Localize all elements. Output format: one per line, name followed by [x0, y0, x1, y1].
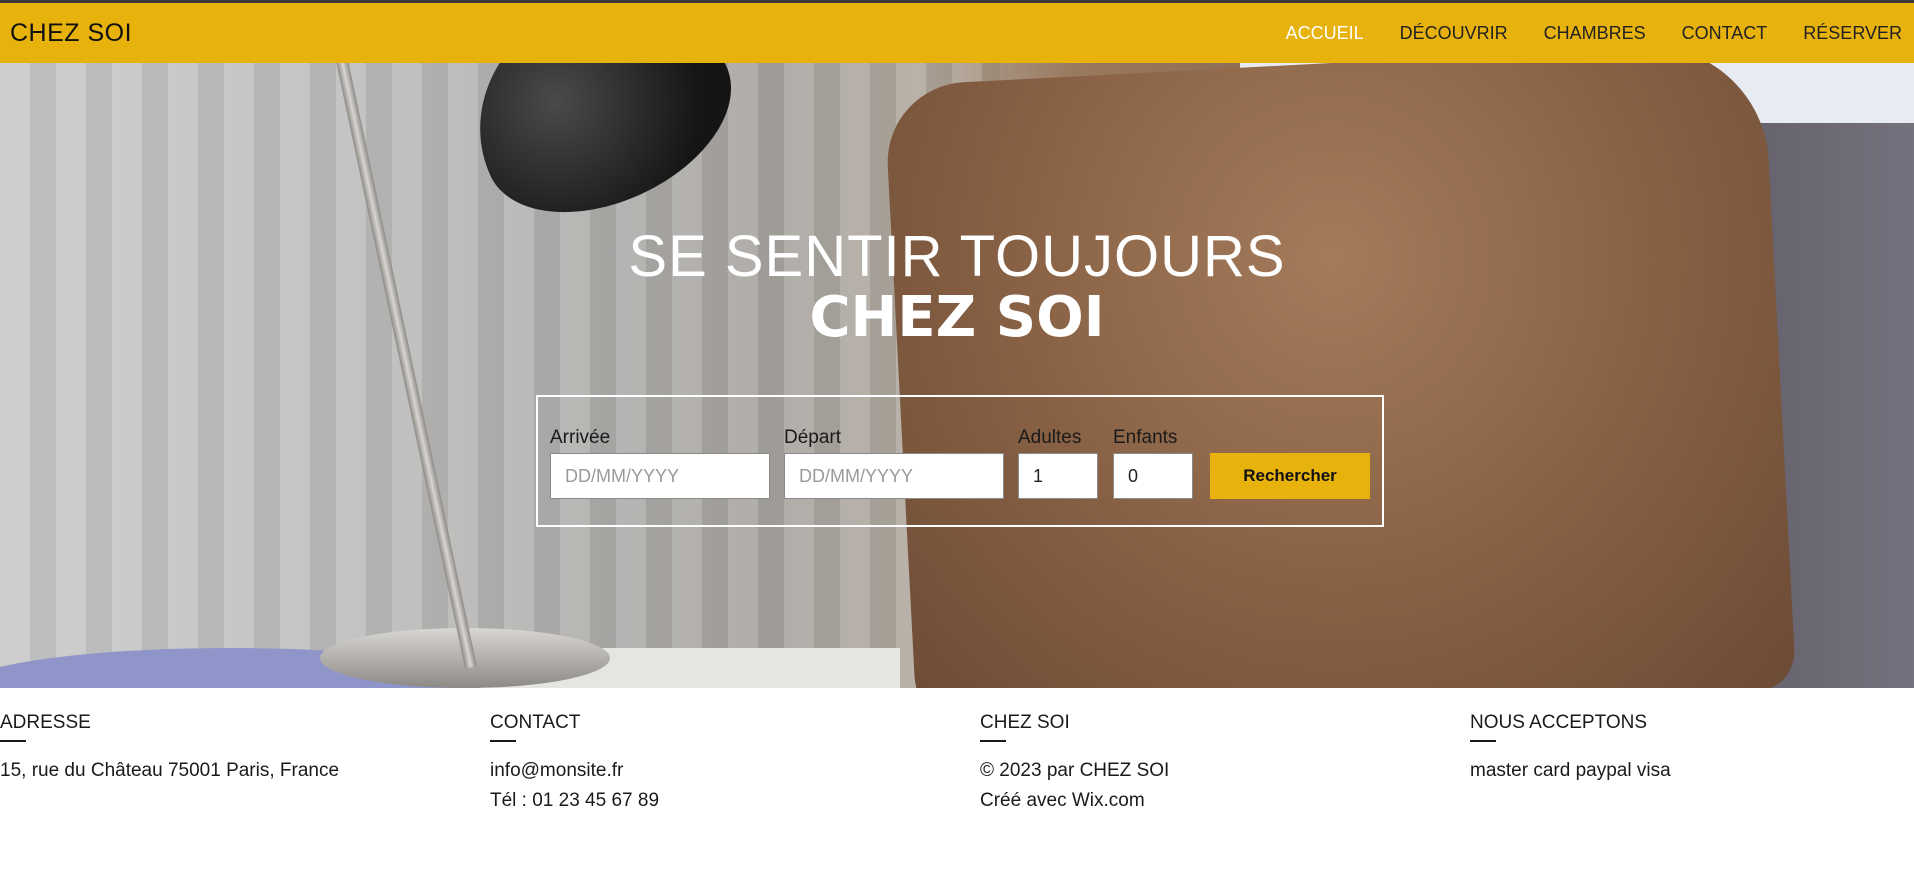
departure-label: Départ — [784, 427, 842, 448]
booking-search-form: Arrivée Départ Adultes Enfants Recherche… — [536, 395, 1384, 527]
adults-input[interactable] — [1018, 453, 1098, 499]
footer-contact-title: CONTACT — [490, 712, 581, 733]
children-input[interactable] — [1113, 453, 1193, 499]
footer-about-column: CHEZ SOI © 2023 par CHEZ SOI Créé avec W… — [980, 712, 1430, 816]
search-button[interactable]: Rechercher — [1210, 453, 1370, 499]
footer-divider — [0, 740, 26, 742]
hero-title-line1: SE SENTIR TOUJOURS — [628, 224, 1286, 289]
nav-item-contact[interactable]: CONTACT — [1682, 23, 1768, 44]
arrival-date-input[interactable] — [550, 453, 770, 499]
site-header: CHEZ SOI ACCUEIL DÉCOUVRIR CHAMBRES CONT… — [0, 3, 1914, 63]
footer-about-title: CHEZ SOI — [980, 712, 1070, 733]
hero-background-pillow — [883, 63, 1797, 688]
nav-item-reserver[interactable]: RÉSERVER — [1803, 23, 1902, 44]
footer-wix-link[interactable]: Créé avec Wix.com — [980, 790, 1145, 811]
main-nav: ACCUEIL DÉCOUVRIR CHAMBRES CONTACT RÉSER… — [1286, 23, 1902, 44]
children-label: Enfants — [1113, 427, 1178, 448]
footer-copyright: © 2023 par CHEZ SOI — [980, 760, 1170, 781]
nav-item-chambres[interactable]: CHAMBRES — [1544, 23, 1646, 44]
footer-address-text: 15, rue du Château 75001 Paris, France — [0, 760, 340, 781]
departure-date-input[interactable] — [784, 453, 1004, 499]
footer-contact-column: CONTACT info@monsite.fr Tél : 01 23 45 6… — [490, 712, 940, 816]
footer-phone: Tél : 01 23 45 67 89 — [490, 790, 660, 811]
footer-address-title: ADRESSE — [0, 712, 91, 733]
footer-divider — [1470, 740, 1496, 742]
site-logo[interactable]: CHEZ SOI — [10, 19, 132, 48]
nav-item-accueil[interactable]: ACCUEIL — [1286, 23, 1364, 44]
footer-email-link[interactable]: info@monsite.fr — [490, 760, 623, 781]
nav-item-decouvrir[interactable]: DÉCOUVRIR — [1400, 23, 1508, 44]
footer-payment-methods: master card paypal visa — [1470, 760, 1671, 781]
arrival-label: Arrivée — [550, 427, 611, 448]
adults-label: Adultes — [1018, 427, 1082, 448]
footer-divider — [980, 740, 1006, 742]
footer-address-column: ADRESSE 15, rue du Château 75001 Paris, … — [0, 712, 450, 786]
hero-title-line2: CHEZ SOI — [809, 285, 1105, 350]
footer-payment-column: NOUS ACCEPTONS master card paypal visa — [1470, 712, 1914, 786]
hero-section: SE SENTIR TOUJOURS CHEZ SOI Arrivée Dépa… — [0, 63, 1914, 688]
footer-payment-title: NOUS ACCEPTONS — [1470, 712, 1648, 733]
site-footer: ADRESSE 15, rue du Château 75001 Paris, … — [0, 688, 1914, 892]
footer-divider — [490, 740, 516, 742]
